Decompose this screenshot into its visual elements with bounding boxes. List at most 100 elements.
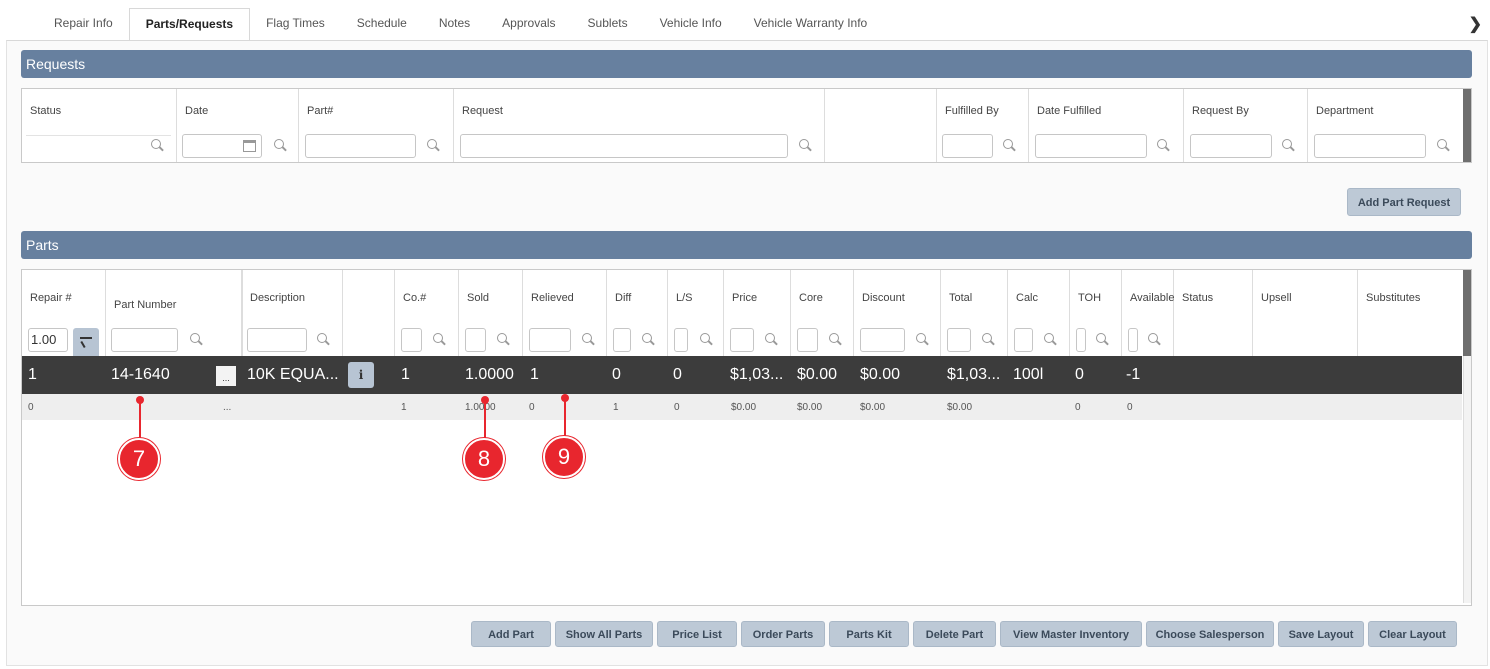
toh-filter-input[interactable] [1076,328,1086,352]
column-header[interactable]: Total [949,292,972,304]
price-list-button[interactable]: Price List [657,621,737,647]
tab-approvals[interactable]: Approvals [486,8,571,40]
column-header[interactable]: Substitutes [1366,292,1420,304]
tab-vehicle-warranty-info[interactable]: Vehicle Warranty Info [738,8,884,40]
tab-parts-requests[interactable]: Parts/Requests [128,8,251,41]
scrollbar-track[interactable] [1463,356,1471,603]
search-icon[interactable] [274,139,288,153]
chevron-right-icon[interactable]: ❯ [1469,14,1482,34]
column-header[interactable]: Status [1182,292,1213,304]
column-header[interactable]: Sold [467,292,489,304]
column-header[interactable]: Request [462,105,503,117]
vertical-scrollbar[interactable] [1463,270,1471,356]
column-header[interactable]: Part# [307,105,333,117]
ls-filter-input[interactable] [674,328,688,352]
column-header[interactable]: Price [732,292,757,304]
search-icon[interactable] [190,333,204,347]
table-row[interactable]: 1 14-1640 ... 10K EQUA... i 1 1.0000 1 0… [22,356,1462,394]
search-icon[interactable] [1157,139,1171,153]
tab-schedule[interactable]: Schedule [341,8,423,40]
tab-flag-times[interactable]: Flag Times [250,8,341,40]
column-header[interactable]: Status [30,105,61,117]
date-fulfilled-filter-input[interactable] [1035,134,1147,158]
price-filter-input[interactable] [730,328,754,352]
tab-notes[interactable]: Notes [423,8,486,40]
part-filter-input[interactable] [305,134,416,158]
search-icon[interactable] [1096,333,1110,347]
column-header[interactable]: Discount [862,292,905,304]
column-header[interactable]: Date Fulfilled [1037,105,1101,117]
clear-layout-button[interactable]: Clear Layout [1368,621,1457,647]
search-icon[interactable] [765,333,779,347]
date-filter-input[interactable] [182,134,262,158]
search-icon[interactable] [916,333,930,347]
save-layout-button[interactable]: Save Layout [1278,621,1364,647]
calc-filter-input[interactable] [1014,328,1033,352]
discount-filter-input[interactable] [860,328,905,352]
cell-part-number[interactable]: 14-1640 [111,366,170,384]
column-header[interactable]: Fulfilled By [945,105,999,117]
column-header[interactable]: Repair # [30,292,72,304]
search-icon[interactable] [582,333,596,347]
search-icon[interactable] [497,333,511,347]
vertical-scrollbar[interactable] [1463,89,1471,162]
request-filter-input[interactable] [460,134,788,158]
add-part-button[interactable]: Add Part [471,621,551,647]
search-icon[interactable] [829,333,843,347]
column-header[interactable]: Calc [1016,292,1038,304]
ellipsis-button[interactable]: ... [216,366,236,386]
column-header[interactable]: Department [1316,105,1373,117]
search-icon[interactable] [642,333,656,347]
delete-part-button[interactable]: Delete Part [913,621,996,647]
search-icon[interactable] [982,333,996,347]
search-icon[interactable] [317,333,331,347]
diff-filter-input[interactable] [613,328,631,352]
search-icon[interactable] [1437,139,1451,153]
view-master-inventory-button[interactable]: View Master Inventory [1000,621,1142,647]
choose-salesperson-button[interactable]: Choose Salesperson [1146,621,1274,647]
parts-kit-button[interactable]: Parts Kit [829,621,909,647]
column-header[interactable]: Diff [615,292,631,304]
column-header[interactable]: Relieved [531,292,574,304]
table-row[interactable]: 0 ... 1 1.0000 0 1 0 $0.00 $0.00 $0.00 $… [22,394,1462,420]
search-icon[interactable] [1282,139,1296,153]
co-filter-input[interactable] [401,328,422,352]
order-parts-button[interactable]: Order Parts [741,621,825,647]
request-by-filter-input[interactable] [1190,134,1272,158]
column-header[interactable]: Request By [1192,105,1249,117]
search-icon[interactable] [700,333,714,347]
tab-repair-info[interactable]: Repair Info [38,8,129,40]
show-all-parts-button[interactable]: Show All Parts [555,621,653,647]
available-filter-input[interactable] [1128,328,1138,352]
department-filter-input[interactable] [1314,134,1426,158]
column-header[interactable]: L/S [676,292,693,304]
sold-filter-input[interactable] [465,328,486,352]
search-icon[interactable] [151,139,165,153]
part-number-filter-input[interactable] [111,328,178,352]
column-header[interactable]: Part Number [114,299,176,311]
column-header[interactable]: TOH [1078,292,1101,304]
column-header[interactable]: Upsell [1261,292,1292,304]
repair-filter-input[interactable]: 1.00 [28,328,68,352]
search-icon[interactable] [433,333,447,347]
column-header[interactable]: Available [1130,292,1174,304]
info-icon[interactable]: i [348,362,374,388]
column-header[interactable]: Date [185,105,208,117]
column-header[interactable]: Co.# [403,292,426,304]
column-header[interactable]: Core [799,292,823,304]
search-icon[interactable] [427,139,441,153]
search-icon[interactable] [1148,333,1162,347]
total-filter-input[interactable] [947,328,971,352]
add-part-request-button[interactable]: Add Part Request [1347,188,1461,216]
search-icon[interactable] [1044,333,1058,347]
description-filter-input[interactable] [247,328,307,352]
calendar-icon[interactable] [243,140,256,152]
filter-clear-icon[interactable] [73,328,99,356]
fulfilled-by-filter-input[interactable] [942,134,993,158]
search-icon[interactable] [799,139,813,153]
column-header[interactable]: Description [250,292,305,304]
search-icon[interactable] [1003,139,1017,153]
core-filter-input[interactable] [797,328,818,352]
tab-sublets[interactable]: Sublets [572,8,644,40]
tab-vehicle-info[interactable]: Vehicle Info [644,8,738,40]
